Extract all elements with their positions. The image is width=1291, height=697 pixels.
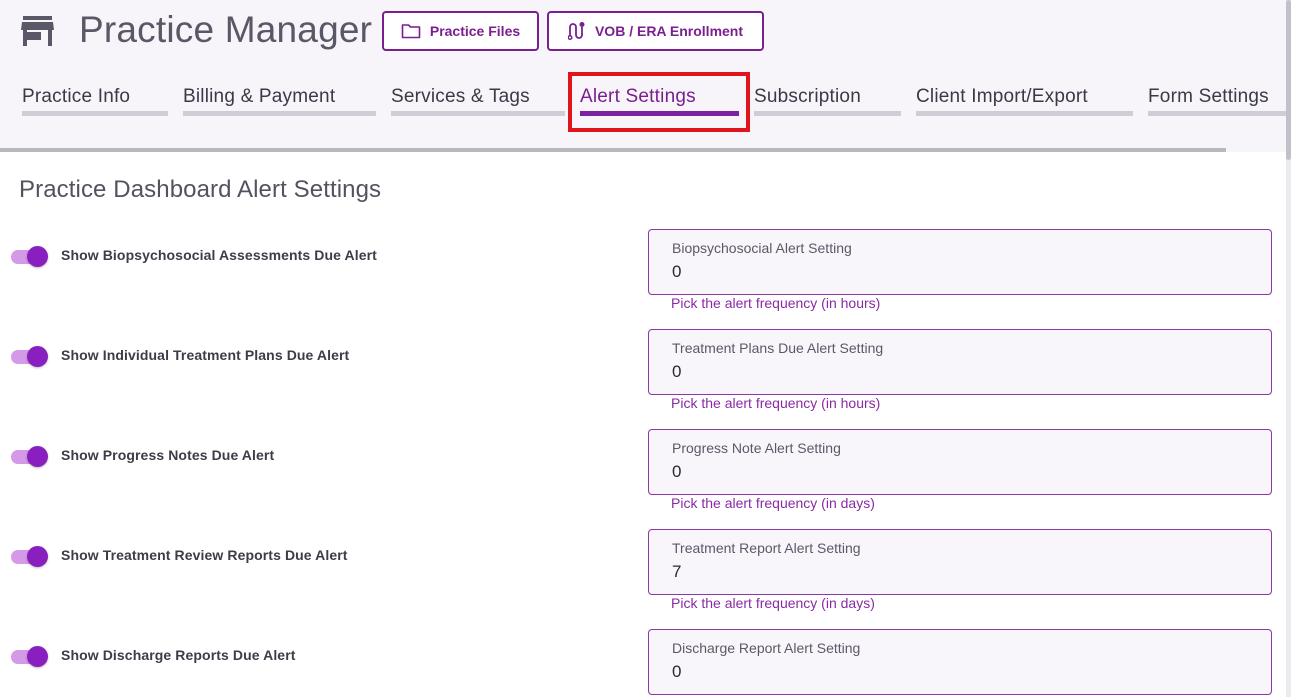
tab-label: Services & Tags <box>391 86 530 107</box>
field-helper-text: Pick the alert frequency (in hours) <box>671 395 881 411</box>
tab-label: Form Settings <box>1148 86 1269 107</box>
tab-form-settings[interactable]: Form Settings <box>1148 84 1286 116</box>
field-helper-text: Pick the alert frequency (in days) <box>671 595 875 611</box>
tab-services-tags[interactable]: Services & Tags <box>391 84 565 116</box>
alert-toggle[interactable] <box>11 546 48 567</box>
practice-files-label: Practice Files <box>429 23 521 39</box>
field-value[interactable]: 0 <box>672 662 681 682</box>
alert-setting-field[interactable]: Biopsychosocial Alert Setting 0 <box>648 229 1272 295</box>
alert-setting-field[interactable]: Treatment Report Alert Setting 7 <box>648 529 1272 595</box>
tabs-scroll-indicator <box>0 148 1226 152</box>
field-label: Treatment Report Alert Setting <box>672 540 861 556</box>
field-value[interactable]: 7 <box>672 562 681 582</box>
page-header: Practice Manager Practice Files VOB / ER… <box>0 0 1286 152</box>
tab-underline <box>1148 111 1286 116</box>
tab-label: Client Import/Export <box>916 86 1088 107</box>
page-title: Practice Manager <box>79 9 373 50</box>
alert-setting-row: Show Discharge Reports Due Alert Dischar… <box>0 629 1286 697</box>
field-helper-text: Pick the alert frequency (in hours) <box>671 295 881 311</box>
field-helper-text: Pick the alert frequency (in days) <box>671 495 875 511</box>
alert-toggle-label: Show Individual Treatment Plans Due Aler… <box>61 347 350 363</box>
field-value[interactable]: 0 <box>672 262 681 282</box>
field-label: Discharge Report Alert Setting <box>672 640 861 656</box>
active-tab-highlight <box>568 72 750 132</box>
tab-label: Billing & Payment <box>183 86 336 107</box>
toggle-knob <box>27 546 48 567</box>
field-label: Progress Note Alert Setting <box>672 440 841 456</box>
folder-icon <box>401 24 421 39</box>
tab-underline <box>183 111 376 116</box>
alert-toggle[interactable] <box>11 246 48 267</box>
toggle-knob <box>27 246 48 267</box>
alert-setting-field[interactable]: Treatment Plans Due Alert Setting 0 <box>648 329 1272 395</box>
alert-toggle[interactable] <box>11 346 48 367</box>
tab-subscription[interactable]: Subscription <box>754 84 901 116</box>
practice-files-button[interactable]: Practice Files <box>382 11 539 51</box>
alert-setting-field[interactable]: Progress Note Alert Setting 0 <box>648 429 1272 495</box>
tab-practice-info[interactable]: Practice Info <box>22 84 168 116</box>
field-label: Treatment Plans Due Alert Setting <box>672 340 884 356</box>
page-scrollbar[interactable] <box>1286 0 1291 697</box>
alert-setting-row: Show Individual Treatment Plans Due Aler… <box>0 329 1286 419</box>
tab-label: Subscription <box>754 86 861 107</box>
vob-era-enrollment-label: VOB / ERA Enrollment <box>594 23 744 39</box>
alert-toggle-label: Show Biopsychosocial Assessments Due Ale… <box>61 247 377 263</box>
tab-underline <box>916 111 1133 116</box>
field-value[interactable]: 0 <box>672 462 681 482</box>
toggle-knob <box>27 446 48 467</box>
tab-client-import-export[interactable]: Client Import/Export <box>916 84 1133 116</box>
vob-era-enrollment-button[interactable]: VOB / ERA Enrollment <box>547 11 764 51</box>
alert-toggle[interactable] <box>11 446 48 467</box>
alert-setting-row: Show Biopsychosocial Assessments Due Ale… <box>0 229 1286 319</box>
alert-setting-field[interactable]: Discharge Report Alert Setting 0 <box>648 629 1272 695</box>
store-icon <box>21 16 54 46</box>
scrollbar-thumb[interactable] <box>1286 0 1291 160</box>
field-label: Biopsychosocial Alert Setting <box>672 240 852 256</box>
alert-toggle-label: Show Progress Notes Due Alert <box>61 447 275 463</box>
alert-setting-row: Show Treatment Review Reports Due Alert … <box>0 529 1286 619</box>
alert-toggle-label: Show Discharge Reports Due Alert <box>61 647 296 663</box>
tab-label: Practice Info <box>22 86 131 107</box>
tab-underline <box>754 111 901 116</box>
alert-toggle-label: Show Treatment Review Reports Due Alert <box>61 547 348 563</box>
route-icon <box>567 22 585 41</box>
toggle-knob <box>27 646 48 667</box>
alert-toggle[interactable] <box>11 646 48 667</box>
alert-setting-row: Show Progress Notes Due Alert Progress N… <box>0 429 1286 519</box>
field-value[interactable]: 0 <box>672 362 681 382</box>
tab-billing-payment[interactable]: Billing & Payment <box>183 84 376 116</box>
tab-underline <box>391 111 565 116</box>
tab-underline <box>22 111 168 116</box>
section-title: Practice Dashboard Alert Settings <box>19 176 382 203</box>
toggle-knob <box>27 346 48 367</box>
